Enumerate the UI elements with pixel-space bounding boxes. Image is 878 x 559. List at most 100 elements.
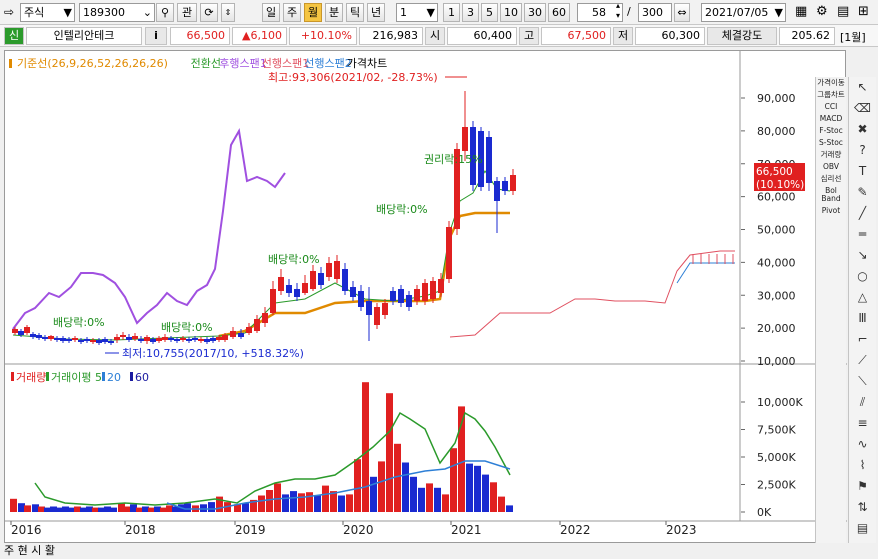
legend-item: 기준선(26,9,26,52,26,26,26)	[17, 57, 168, 70]
tab-active[interactable]: 활	[45, 544, 55, 557]
search-button[interactable]: ⚲	[156, 3, 174, 22]
candle-body	[162, 337, 168, 340]
fibonacci-icon[interactable]: Ⅲ	[849, 308, 876, 329]
minute-60[interactable]: 60	[548, 3, 570, 22]
high-label: 고	[519, 27, 539, 45]
minute-30[interactable]: 30	[524, 3, 546, 22]
volume-legend-item: 거래량	[16, 371, 46, 384]
volume-bar	[118, 503, 125, 512]
text-icon[interactable]: T	[849, 161, 876, 182]
gann-icon[interactable]: ⌐	[849, 329, 876, 350]
price-chart-svg[interactable]: 90,00080,00070,00060,00050,00040,00030,0…	[5, 51, 847, 544]
candle-body	[114, 337, 120, 340]
cursor-icon[interactable]: ↖	[849, 77, 876, 98]
erase-all-icon[interactable]: ✖	[849, 119, 876, 140]
volume-bar	[208, 502, 215, 512]
period-minute[interactable]: 분	[325, 3, 343, 22]
dropdown-icon[interactable]: ▼	[775, 4, 783, 21]
volume-bar	[274, 483, 281, 512]
indicator-item[interactable]: MACD	[816, 113, 846, 125]
candle-body	[230, 331, 236, 337]
indicator-item[interactable]: CCI	[816, 101, 846, 113]
candle-body	[254, 319, 260, 331]
volume-bar	[450, 448, 457, 512]
dropdown-icon[interactable]: ▼	[427, 4, 435, 21]
horizontal-line-icon[interactable]: ═	[849, 224, 876, 245]
indicator-item[interactable]: Bol Band	[816, 185, 846, 205]
indicator-item[interactable]: 거래량	[816, 149, 846, 161]
refresh-button[interactable]: ⟳	[200, 3, 218, 22]
calendar-icon[interactable]: ▦	[795, 4, 807, 19]
speed-icon[interactable]: ≡	[849, 413, 876, 434]
auto-icon[interactable]: ⚑	[849, 476, 876, 497]
arrow-icon[interactable]: ↘	[849, 245, 876, 266]
indicator-item[interactable]: 그룹차트	[816, 89, 846, 101]
candle-body	[126, 337, 132, 340]
indicator-item[interactable]: 심리선	[816, 173, 846, 185]
chart-panel[interactable]: 90,00080,00070,00060,00050,00040,00030,0…	[4, 50, 847, 544]
tab-current[interactable]: 현	[18, 544, 28, 557]
volume-bar	[362, 382, 369, 512]
pencil-icon[interactable]: ✎	[849, 182, 876, 203]
help-icon[interactable]: ?	[849, 140, 876, 161]
minute-5[interactable]: 5	[481, 3, 498, 22]
current-price: 66,500	[170, 27, 230, 45]
indicator-item[interactable]: S-Stoc	[816, 137, 846, 149]
market-select[interactable]: 주식 ▼	[20, 3, 75, 22]
candle-body	[374, 307, 380, 325]
stock-code-input[interactable]: 189300 ⌄	[79, 3, 155, 22]
count-input[interactable]: 58 ▴ ▾	[577, 3, 623, 22]
circle-icon[interactable]: ○	[849, 266, 876, 287]
zoom-button[interactable]: ⇔	[674, 3, 690, 22]
related-button[interactable]: 관	[177, 3, 197, 22]
wave-icon[interactable]: ∿	[849, 434, 876, 455]
x-axis-label: 2021	[451, 523, 482, 537]
sort-icon[interactable]: ⇅	[849, 497, 876, 518]
candle-body	[286, 285, 292, 293]
legend-item: 선행스팬1	[262, 57, 309, 70]
screen-menu-icon[interactable]: ⇨	[4, 5, 14, 19]
period-tick[interactable]: 틱	[346, 3, 364, 22]
updown-icon: ⇕	[224, 8, 232, 17]
info-button[interactable]: i	[145, 27, 167, 45]
chevron-down-icon[interactable]: ⌄	[143, 4, 152, 21]
cycle-icon[interactable]: ⌇	[849, 455, 876, 476]
settings-icon[interactable]: ⚙	[816, 4, 828, 19]
market-value: 주식	[24, 6, 45, 19]
candle-body	[144, 337, 150, 341]
triangle-icon[interactable]: △	[849, 287, 876, 308]
indicator-item[interactable]: F-Stoc	[816, 125, 846, 137]
tab-week[interactable]: 주	[4, 544, 14, 557]
fan-icon[interactable]: ⟋	[849, 350, 876, 371]
tab-market[interactable]: 시	[31, 544, 41, 557]
candle-body	[382, 303, 388, 315]
grid-icon[interactable]: ⊞	[858, 4, 869, 19]
period-value-select[interactable]: 1 ▼	[396, 3, 438, 22]
tile-icon[interactable]: ▤	[837, 4, 849, 19]
spin-icon[interactable]: ▴ ▾	[616, 4, 620, 21]
trend-icon[interactable]: ⟍	[849, 371, 876, 392]
minute-1[interactable]: 1	[443, 3, 460, 22]
period-year[interactable]: 년	[367, 3, 385, 22]
minute-3[interactable]: 3	[462, 3, 479, 22]
legend-marker	[9, 59, 12, 68]
dropdown-icon[interactable]: ▼	[64, 4, 72, 21]
indicator-item[interactable]: OBV	[816, 161, 846, 173]
layout-icon[interactable]: ▤	[849, 518, 876, 539]
candle-body	[278, 277, 284, 291]
eraser-icon[interactable]: ⌫	[849, 98, 876, 119]
period-value: 1	[400, 6, 407, 19]
low-price: 60,300	[635, 27, 705, 45]
channel-icon[interactable]: ⫽	[849, 392, 876, 413]
period-day[interactable]: 일	[262, 3, 280, 22]
volume-bar	[92, 507, 99, 512]
line-icon[interactable]: ╱	[849, 203, 876, 224]
date-input[interactable]: 2021/07/05 ▼	[701, 3, 786, 22]
period-month[interactable]: 월	[304, 3, 322, 22]
minute-10[interactable]: 10	[500, 3, 522, 22]
scroll-updown[interactable]: ⇕	[221, 3, 235, 22]
volume-bar	[124, 506, 131, 512]
indicator-item[interactable]: 가격이동	[816, 77, 846, 89]
period-week[interactable]: 주	[283, 3, 301, 22]
indicator-item[interactable]: Pivot	[816, 205, 846, 217]
